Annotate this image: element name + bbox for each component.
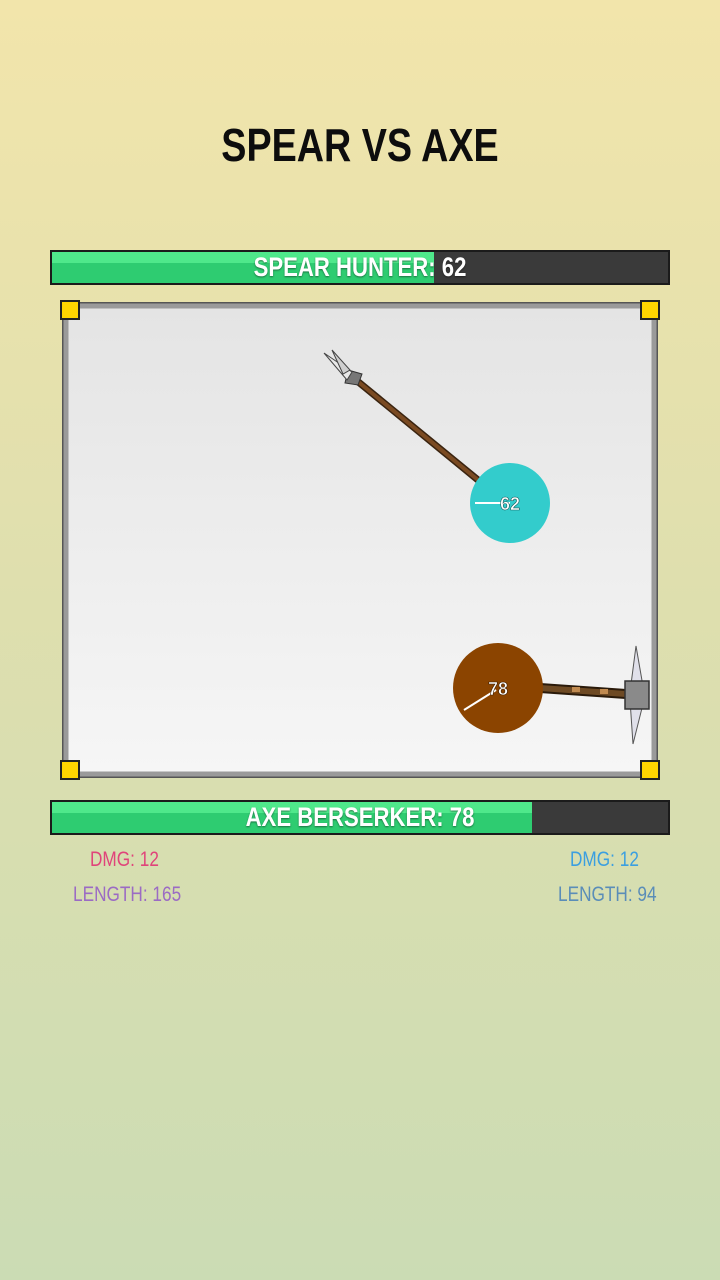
spear-hunter-health-bar: SPEAR HUNTER: 62 [50,250,670,285]
axe-berserker-health-bar: AXE BERSERKER: 78 [50,800,670,835]
right-damage-stat: DMG: 12 [570,848,639,871]
corner-marker-bottom-left [60,760,80,780]
spear-hunter-health-label: SPEAR HUNTER: 62 [253,252,467,282]
game-title: SPEAR VS AXE [221,119,499,171]
axe-berserker-ball: 78 [453,643,543,733]
spear-hunter-ball-hp: 62 [500,494,520,514]
right-length-stat: LENGTH: 94 [558,883,657,906]
axe-berserker-ball-hp: 78 [488,679,508,699]
arena-canvas: 62 78 [60,300,660,780]
axe-berserker-health-label: AXE BERSERKER: 78 [245,802,475,832]
left-length-stat: LENGTH: 165 [73,883,182,906]
corner-marker-bottom-right [640,760,660,780]
left-damage-stat: DMG: 12 [90,848,159,871]
corner-marker-top-left [60,300,80,320]
battle-arena[interactable]: 62 78 [60,300,660,780]
spear-hunter-ball: 62 [470,463,550,543]
corner-marker-top-right [640,300,660,320]
